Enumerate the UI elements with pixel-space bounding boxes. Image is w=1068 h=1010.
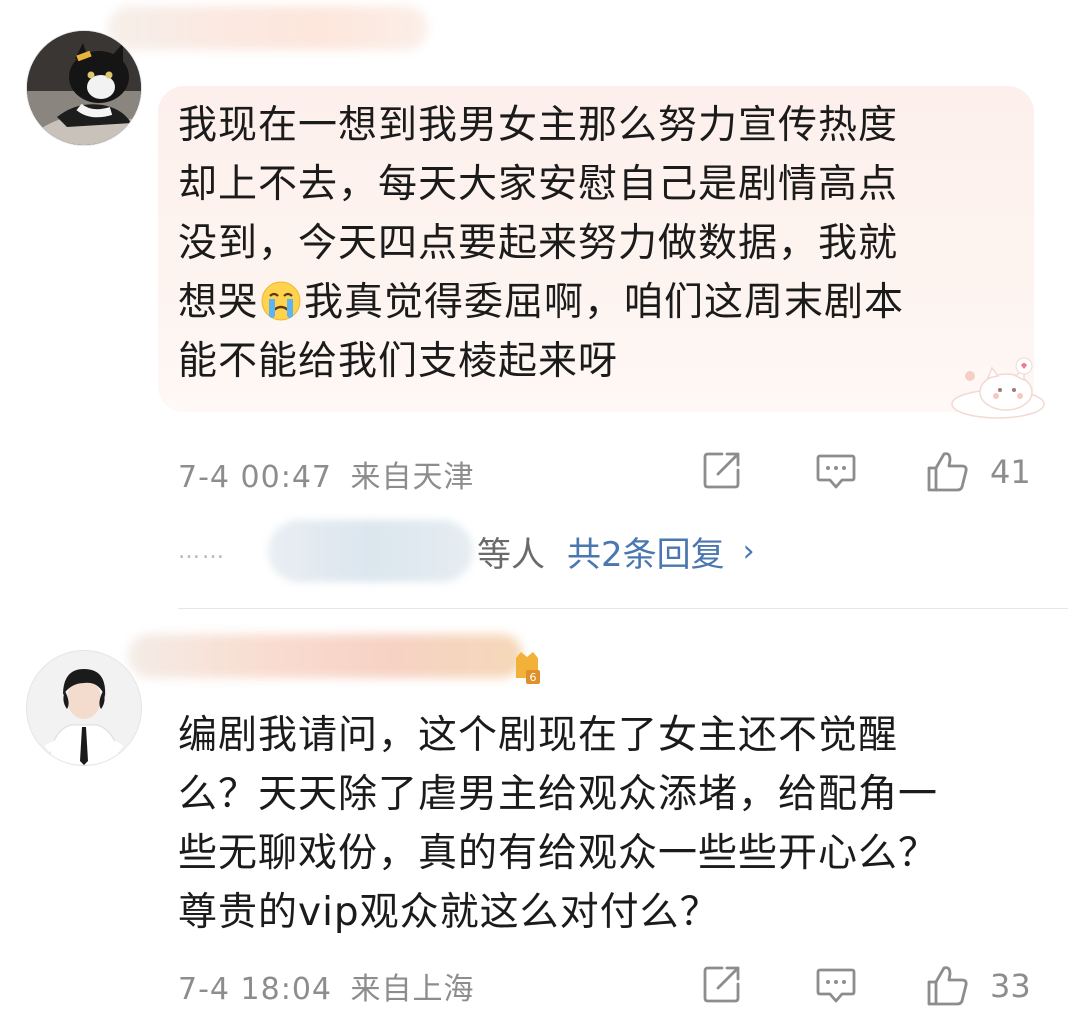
comment-time: 7-4 18:04 xyxy=(178,972,332,1007)
like-button[interactable]: 41 xyxy=(924,448,1031,496)
comment-time: 7-4 00:47 xyxy=(178,460,332,495)
svg-text:6: 6 xyxy=(530,671,537,684)
comment-item: 我现在一想到我男女主那么努力宣传热度 却上不去，每天大家安慰自己是剧情高点 没到… xyxy=(0,0,1068,610)
replies-preview[interactable]: …… 等人 共2条回复 › xyxy=(178,520,755,582)
thumbs-up-icon xyxy=(927,452,968,492)
like-count: 33 xyxy=(990,967,1031,1005)
comment-meta: 7-4 18:04 来自上海 xyxy=(178,964,475,1008)
comment-meta: 7-4 00:47 来自天津 xyxy=(178,452,475,496)
avatar[interactable] xyxy=(26,30,142,146)
username-blurred[interactable] xyxy=(128,634,523,678)
username-blurred[interactable] xyxy=(108,6,428,50)
comment-location: 来自天津 xyxy=(350,460,475,495)
share-button[interactable] xyxy=(700,962,744,1006)
vip-level-badge-icon: 6 xyxy=(512,648,542,686)
replies-dots: …… xyxy=(178,538,226,564)
divider xyxy=(178,608,1068,609)
comment-location: 来自上海 xyxy=(350,972,475,1007)
share-button[interactable] xyxy=(700,448,744,492)
comment-icon xyxy=(816,454,856,489)
replies-suffix: 等人 xyxy=(477,534,545,575)
view-replies-link[interactable]: 共2条回复 xyxy=(567,527,725,576)
share-icon xyxy=(703,452,740,489)
comment-text: 我现在一想到我男女主那么努力宣传热度 却上不去，每天大家安慰自己是剧情高点 没到… xyxy=(178,103,905,384)
comment-button[interactable] xyxy=(814,962,858,1006)
crying-face-emoji xyxy=(260,280,302,322)
replier-name-blurred[interactable] xyxy=(268,520,473,582)
avatar[interactable] xyxy=(26,650,142,766)
comment-button[interactable] xyxy=(814,448,858,492)
comment-text: 编剧我请问，这个剧现在了女主还不觉醒 么？天天除了虐男主给观众添堵，给配角一 些… xyxy=(178,713,939,935)
like-count: 41 xyxy=(990,453,1031,491)
like-button[interactable]: 33 xyxy=(924,962,1031,1010)
comment-icon xyxy=(816,968,856,1003)
chevron-right-icon[interactable]: › xyxy=(743,534,755,569)
share-icon xyxy=(703,966,740,1003)
thumbs-up-icon xyxy=(927,966,968,1006)
comment-item: 6 编剧我请问，这个剧现在了女主还不觉醒 么？天天除了虐男主给观众添堵，给配角一… xyxy=(0,612,1068,1007)
